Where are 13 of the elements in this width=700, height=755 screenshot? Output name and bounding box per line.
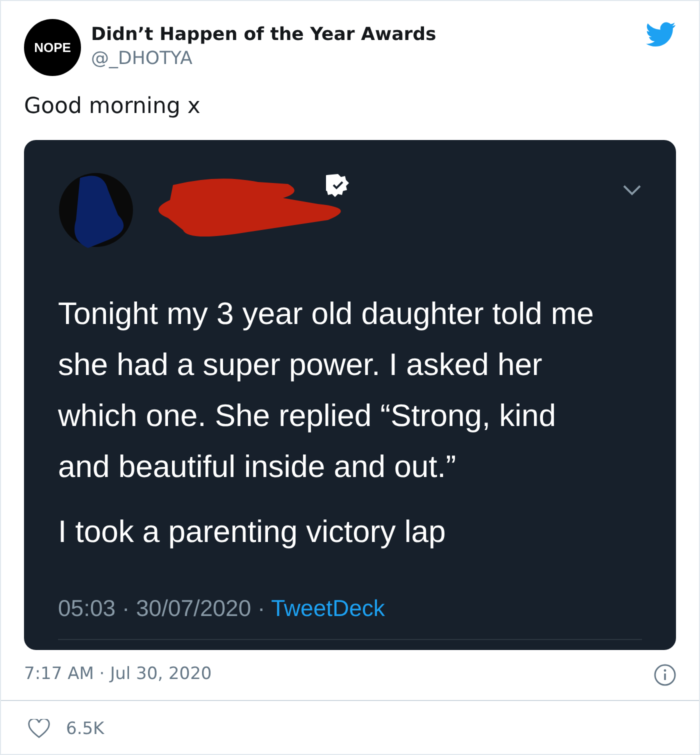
chevron-down-icon[interactable]: [622, 184, 642, 196]
timestamp: 7:17 AM · Jul 30, 2020: [24, 663, 212, 686]
avatar-label: NOPE: [34, 38, 71, 57]
screenshot-meta: 05:03 · 30/07/2020 · TweetDeck: [58, 594, 386, 622]
author-handle: @_DHOTYA: [91, 47, 194, 71]
tweet-text: Good morning x: [23, 93, 202, 121]
like-count: 6.5K: [66, 718, 104, 740]
bird-icon: [646, 22, 676, 47]
screenshot-tweet-text: I took a parenting victory lap: [58, 513, 447, 551]
info-icon[interactable]: [654, 664, 676, 686]
screenshot-tweet-text: Tonight my 3 year old daughter told me she had a super power. I asked her which one. She replied “Strong, kind and beautiful inside and out.”: [58, 295, 595, 486]
heart-icon[interactable]: [28, 719, 50, 740]
author-name: Didn’t Happen of the Year Awards: [91, 23, 436, 47]
